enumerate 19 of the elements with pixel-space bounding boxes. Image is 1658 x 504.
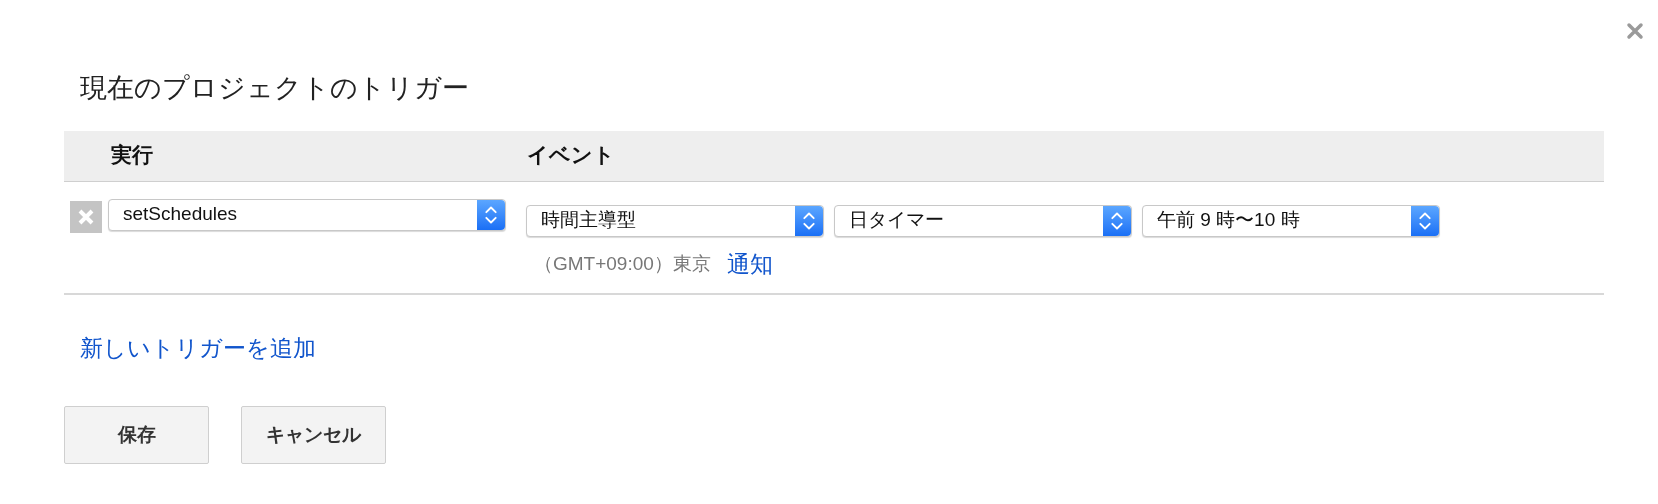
close-icon[interactable]	[1626, 22, 1644, 40]
close-icon	[77, 207, 95, 226]
delete-button[interactable]	[70, 200, 102, 233]
chevron-up-down-icon	[1103, 205, 1131, 236]
dialog-title: 現在のプロジェクトのトリガー	[79, 71, 470, 105]
timezone-text: （GMT+09:00）東京	[534, 251, 711, 276]
column-header: イベント	[527, 141, 615, 169]
column-header: 実行	[110, 141, 154, 169]
cancel-button[interactable]: キャンセル	[241, 405, 386, 464]
save-button[interactable]: 保存	[64, 405, 209, 464]
chevron-up-down-icon	[795, 205, 823, 236]
dropdown[interactable]: 日タイマー	[834, 204, 1132, 237]
dropdown[interactable]: 午前 9 時〜10 時	[1142, 204, 1440, 237]
chevron-up-down-icon	[1411, 205, 1439, 236]
add-trigger-link[interactable]: 新しいトリガーを追加	[64, 331, 316, 366]
chevron-up-down-icon	[477, 199, 505, 230]
dropdown[interactable]: 時間主導型	[526, 204, 824, 237]
dropdown[interactable]: setSchedules	[108, 198, 506, 231]
notify-link[interactable]: 通知	[726, 246, 773, 281]
